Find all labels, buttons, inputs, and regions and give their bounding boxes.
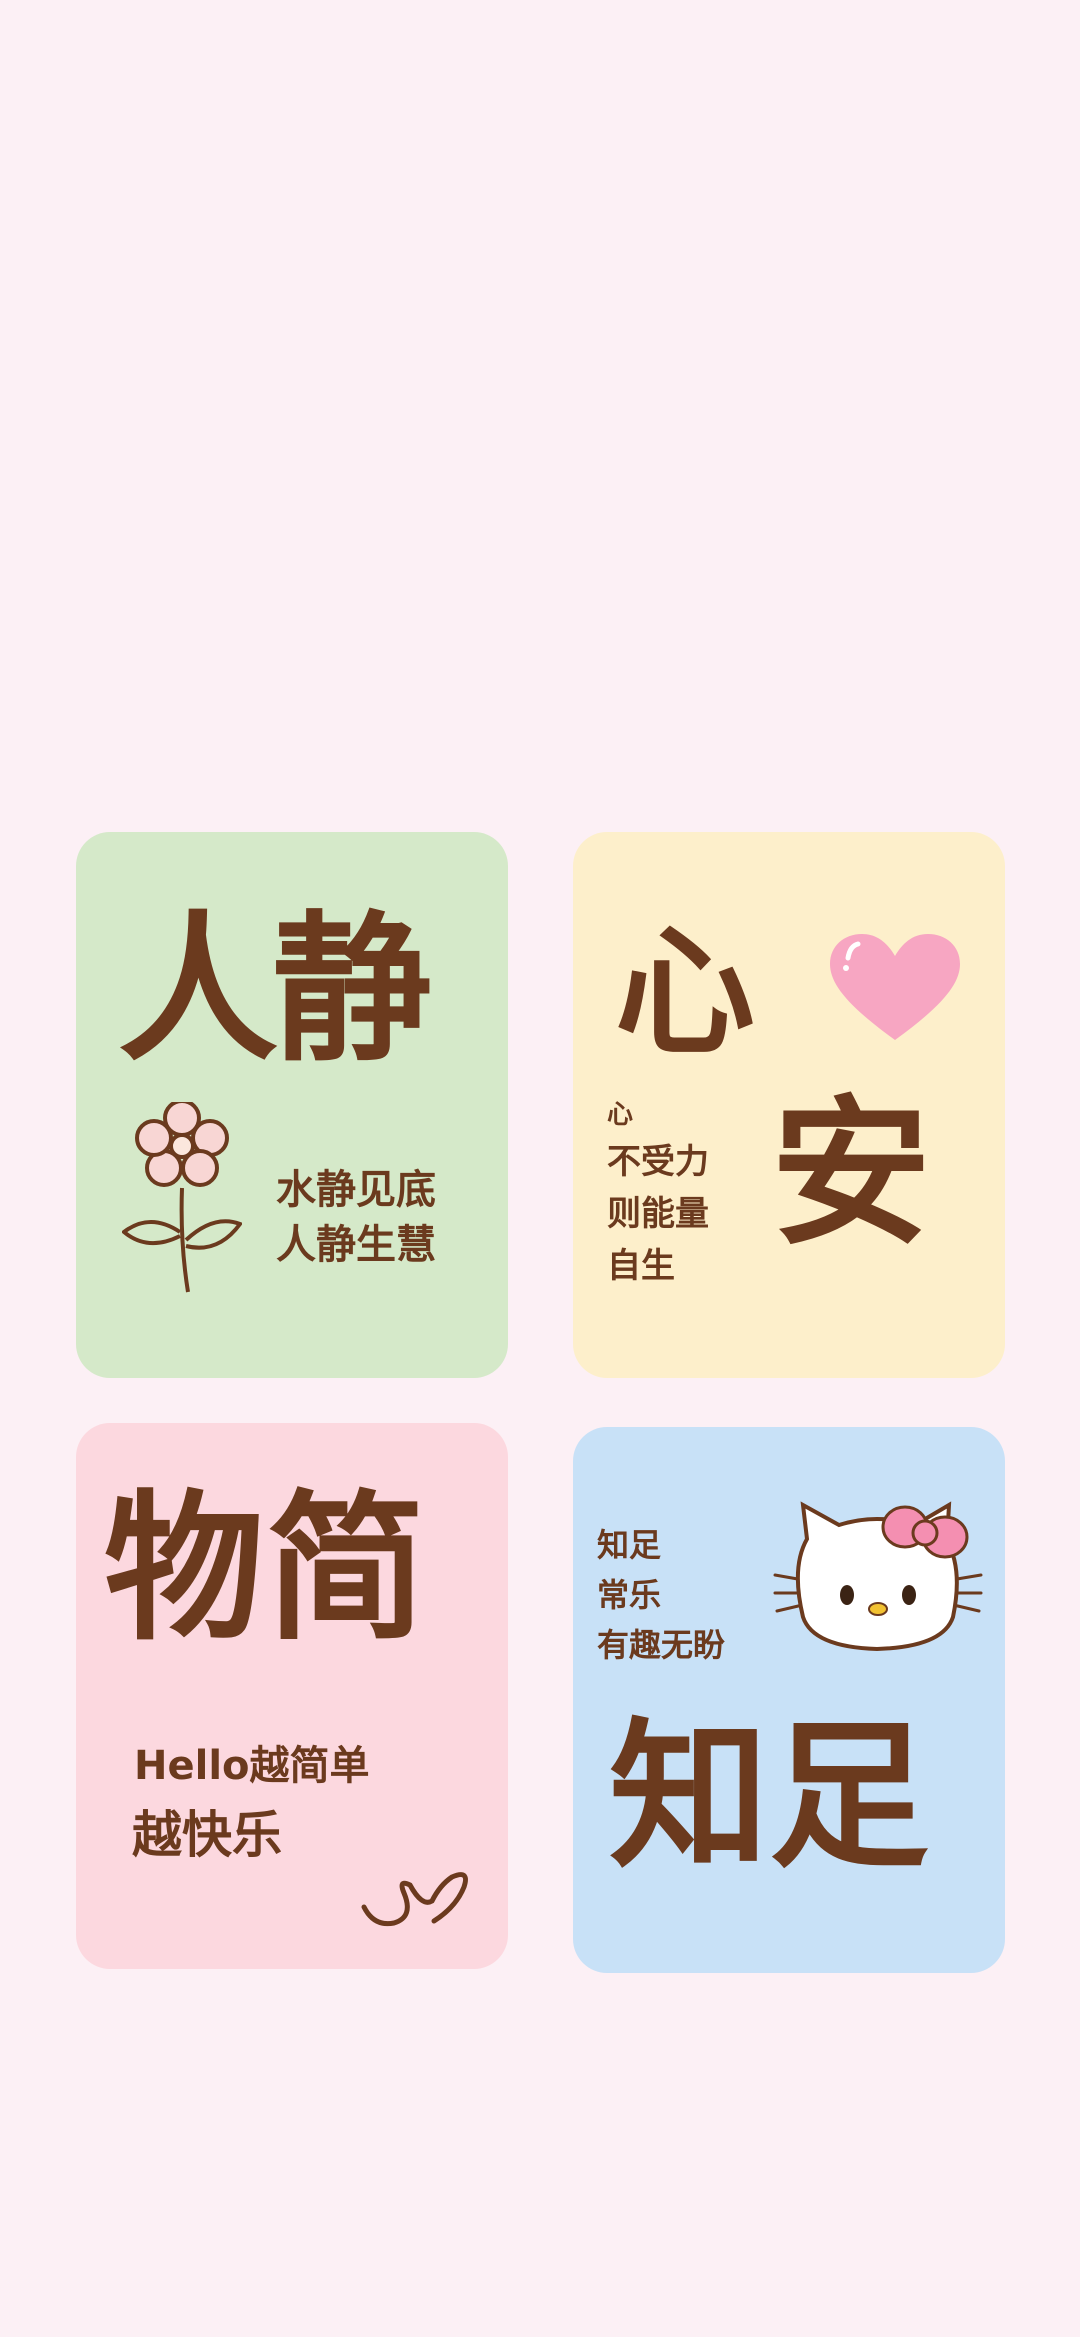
card-yellow: 心 心 不受力 则能量 自生 安 [573, 832, 1005, 1378]
card2-line3: 则能量 [607, 1194, 709, 1234]
flower-icon [122, 1102, 242, 1293]
squiggle-icon [361, 1872, 468, 1927]
card-pink: 物简 Hello越简单 越快乐 [76, 1423, 508, 1969]
card3-line1: Hello越简单 [134, 1743, 370, 1789]
card2-line1: 心 [607, 1100, 634, 1130]
card2-line2: 不受力 [607, 1142, 709, 1182]
card2-line4: 自生 [607, 1246, 675, 1286]
card4-title: 知足 [609, 1703, 930, 1890]
card4-line3: 有趣无盼 [597, 1626, 726, 1664]
card3-line2: 越快乐 [132, 1806, 282, 1864]
card-green: 人静 水静见底 人静生慧 [76, 832, 508, 1378]
card4-line2: 常乐 [597, 1576, 662, 1614]
card2-title-top: 心 [615, 912, 756, 1075]
card2-title-bottom: 安 [771, 1080, 932, 1267]
card1-title: 人静 [118, 896, 432, 1083]
cat-face-icon [773, 1501, 983, 1652]
card1-line1: 水静见底 [276, 1167, 436, 1213]
card-blue: 知足 常乐 有趣无盼 知足 [573, 1427, 1005, 1973]
card3-title: 物简 [104, 1475, 429, 1662]
card1-line2: 人静生慧 [276, 1222, 436, 1268]
heart-icon [830, 934, 960, 1040]
card4-line1: 知足 [597, 1526, 662, 1564]
